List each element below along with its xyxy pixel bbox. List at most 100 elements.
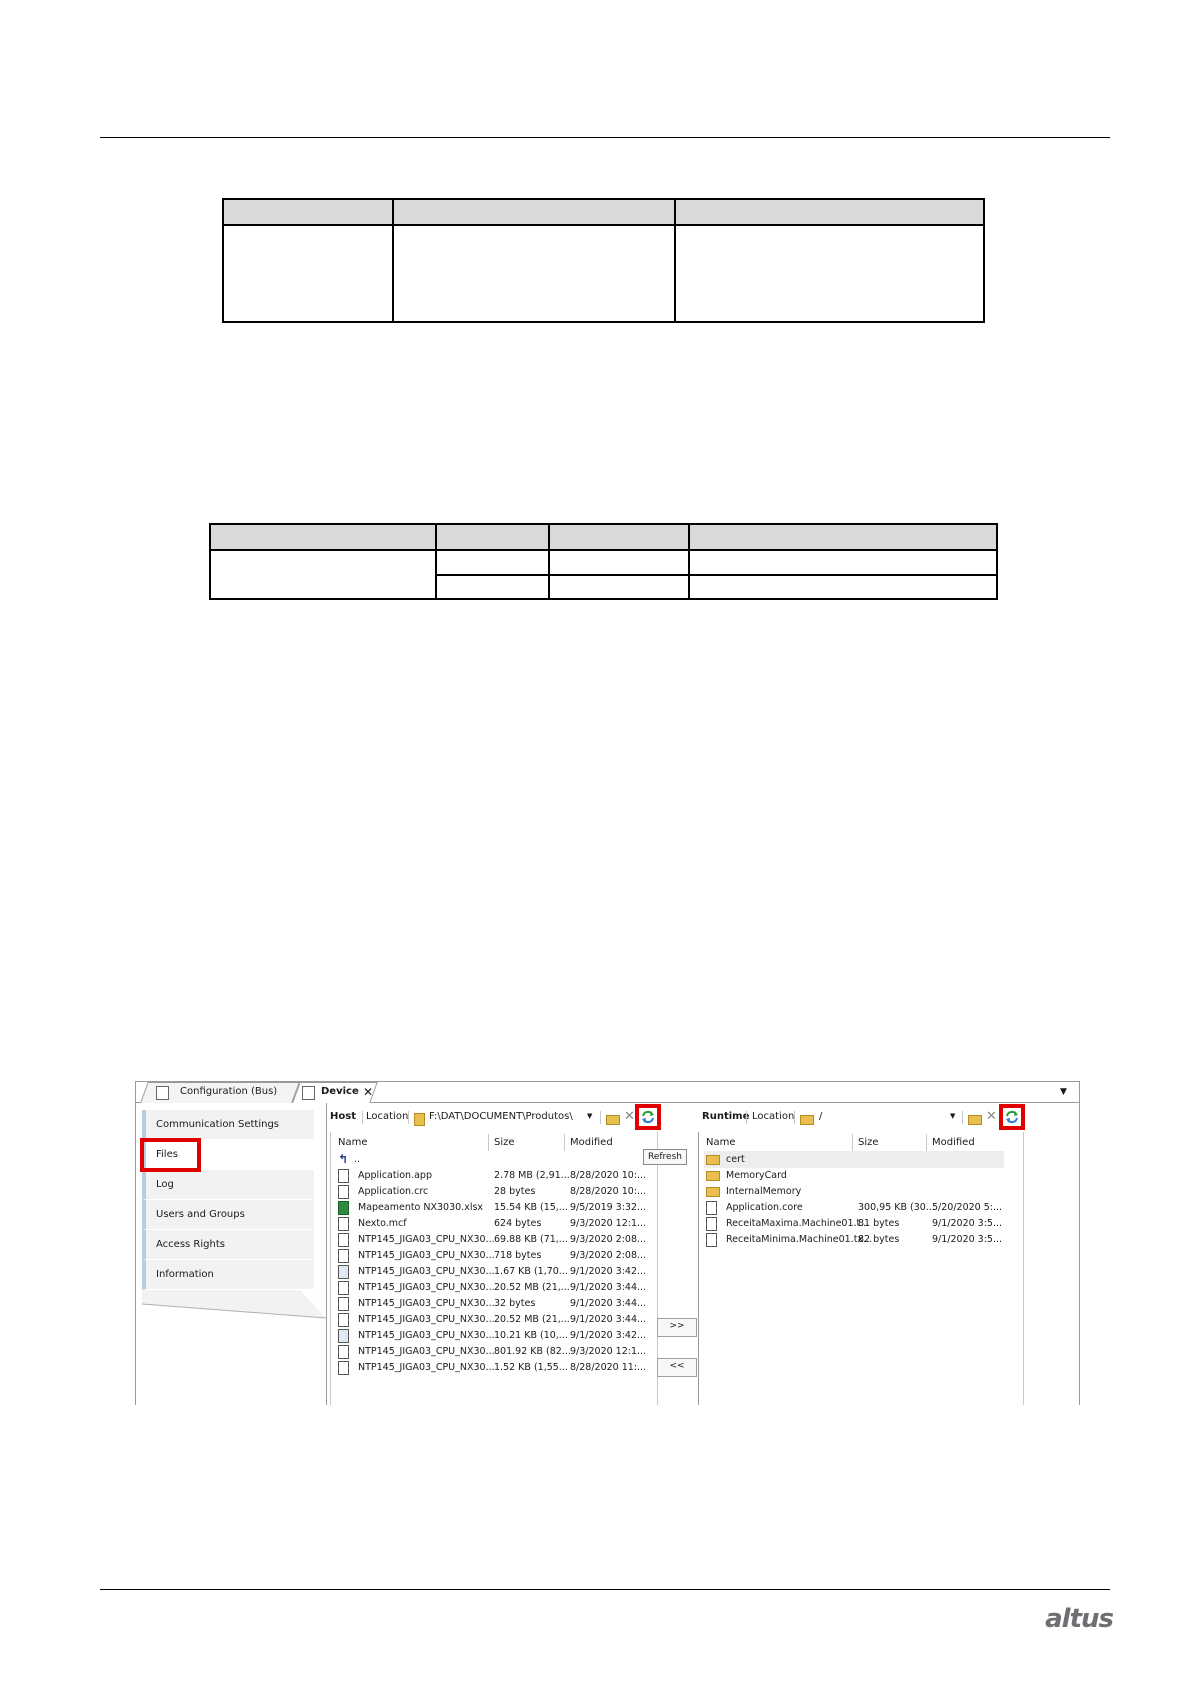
runtime-new-folder-icon[interactable]	[968, 1115, 982, 1125]
runtime-column-modified[interactable]: Modified	[932, 1134, 975, 1152]
host-file-modified: 9/1/2020 3:42...	[570, 1330, 647, 1341]
configuration-icon	[156, 1086, 169, 1100]
sidebar-item-access-rights[interactable]: Access Rights	[142, 1230, 314, 1260]
sidebar-item-log[interactable]: Log	[142, 1170, 314, 1200]
runtime-file-modified: 9/1/2020 3:5...	[932, 1234, 1003, 1245]
table-1-cell	[674, 224, 985, 323]
runtime-column-name[interactable]: Name	[706, 1134, 736, 1152]
folder-icon	[706, 1187, 720, 1197]
host-refresh-highlight	[635, 1104, 661, 1130]
host-file-row[interactable]: NTP145_JIGA03_CPU_NX30... 1.67 KB (1,70..…	[336, 1263, 646, 1280]
host-file-row[interactable]: NTP145_JIGA03_CPU_NX30... 10.21 KB (10,..…	[336, 1327, 646, 1344]
host-file-row[interactable]: NTP145_JIGA03_CPU_NX30... 718 bytes 9/3/20…	[336, 1247, 646, 1264]
host-file-row[interactable]: Mapeamento NX3030.xlsx 15.54 KB (15,... 9/…	[336, 1199, 646, 1216]
sidebar-item-communication-settings[interactable]: Communication Settings	[142, 1110, 314, 1140]
file-icon	[706, 1233, 717, 1247]
host-file-modified: 9/5/2019 3:32...	[570, 1202, 647, 1213]
host-file-name: NTP145_JIGA03_CPU_NX30...	[358, 1250, 495, 1261]
table-2-header-cell	[688, 523, 998, 551]
table-1-header-cell	[222, 198, 394, 226]
host-new-folder-icon[interactable]	[606, 1115, 620, 1125]
file-icon	[338, 1345, 349, 1359]
host-file-size: 20.52 MB (21,...	[494, 1314, 570, 1325]
table-2-cell	[435, 549, 550, 576]
host-file-modified: 9/1/2020 3:44...	[570, 1298, 647, 1309]
host-file-modified: 8/28/2020 10:...	[570, 1186, 647, 1197]
runtime-path-input[interactable]: /	[819, 1111, 939, 1122]
tab-menu-chevron-down-icon[interactable]: ▼	[1060, 1082, 1067, 1102]
host-path-input[interactable]: F:\DAT\DOCUMENT\Produtos\	[429, 1111, 573, 1122]
runtime-column-size[interactable]: Size	[858, 1134, 879, 1152]
sidebar-item-users-and-groups[interactable]: Users and Groups	[142, 1200, 314, 1230]
separator	[794, 1111, 795, 1124]
table-2-cell	[435, 574, 550, 600]
host-title: Host	[330, 1111, 356, 1122]
host-path-dropdown-icon[interactable]: ▼	[587, 1112, 592, 1120]
host-file-row[interactable]: NTP145_JIGA03_CPU_NX30... 32 bytes 9/1/202…	[336, 1295, 646, 1312]
host-file-row[interactable]: NTP145_JIGA03_CPU_NX30... 69.88 KB (71,..…	[336, 1231, 646, 1248]
host-file-row[interactable]: NTP145_JIGA03_CPU_NX30... 801.92 KB (82..…	[336, 1343, 646, 1360]
host-column-modified[interactable]: Modified	[570, 1134, 613, 1152]
folder-icon	[706, 1171, 720, 1181]
runtime-file-modified: 9/1/2020 3:5...	[932, 1218, 1003, 1229]
runtime-file-row[interactable]: cert	[704, 1151, 1004, 1168]
host-file-row[interactable]: Application.app 2.78 MB (2,91... 8/28/2020…	[336, 1167, 646, 1184]
host-column-size[interactable]: Size	[494, 1134, 515, 1152]
host-file-row[interactable]: Application.crc 28 bytes 8/28/2020 10:...	[336, 1183, 646, 1200]
host-file-name: NTP145_JIGA03_CPU_NX30...	[358, 1234, 495, 1245]
table-1-cell	[222, 224, 394, 323]
file-icon	[338, 1169, 349, 1183]
runtime-path-dropdown-icon[interactable]: ▼	[950, 1112, 955, 1120]
separator	[362, 1111, 363, 1124]
runtime-file-size: 300,95 KB (30...	[858, 1202, 935, 1213]
document-file-icon	[338, 1329, 349, 1343]
runtime-file-name: InternalMemory	[726, 1186, 802, 1197]
host-parent-folder-row[interactable]: ↰ ..	[336, 1151, 636, 1168]
host-file-row[interactable]: NTP145_JIGA03_CPU_NX30... 20.52 MB (21,..…	[336, 1279, 646, 1296]
runtime-file-name: cert	[726, 1154, 745, 1165]
host-file-modified: 9/3/2020 2:08...	[570, 1234, 647, 1245]
sidebar-tail	[141, 1290, 326, 1319]
runtime-file-size: 81 bytes	[858, 1218, 900, 1229]
table-2-cell	[548, 574, 690, 600]
host-column-name[interactable]: Name	[338, 1134, 368, 1152]
runtime-location-folder-icon	[800, 1115, 814, 1125]
runtime-file-row[interactable]: InternalMemory	[704, 1183, 1004, 1200]
table-2-cell	[548, 549, 690, 576]
host-file-name: Application.app	[358, 1170, 432, 1181]
runtime-file-row[interactable]: MemoryCard	[704, 1167, 1004, 1184]
refresh-tooltip: Refresh	[643, 1149, 687, 1165]
host-delete-icon[interactable]: ✕	[624, 1109, 635, 1124]
runtime-file-row[interactable]: ReceitaMaxima.Machine01.t... 81 bytes 9/1/…	[704, 1215, 1004, 1232]
copy-to-runtime-button[interactable]: >>	[657, 1318, 697, 1337]
runtime-delete-icon[interactable]: ✕	[986, 1109, 997, 1124]
host-file-modified: 9/3/2020 2:08...	[570, 1250, 647, 1261]
host-file-row[interactable]: Nexto.mcf 624 bytes 9/3/2020 12:1...	[336, 1215, 646, 1232]
host-file-modified: 9/3/2020 12:1...	[570, 1218, 647, 1229]
runtime-refresh-highlight	[999, 1104, 1025, 1130]
file-icon	[338, 1217, 349, 1231]
separator	[488, 1134, 489, 1151]
host-file-size: 28 bytes	[494, 1186, 536, 1197]
runtime-file-name: ReceitaMinima.Machine01.tx...	[726, 1234, 873, 1245]
sidebar-item-information[interactable]: Information	[142, 1260, 314, 1290]
runtime-file-name: ReceitaMaxima.Machine01.t...	[726, 1218, 870, 1229]
host-file-row[interactable]: NTP145_JIGA03_CPU_NX30... 1.52 KB (1,55..…	[336, 1359, 646, 1376]
runtime-file-row[interactable]: Application.core 300,95 KB (30... 5/20/202…	[704, 1199, 1004, 1216]
runtime-location-label: Location	[752, 1111, 795, 1122]
runtime-file-modified: 5/20/2020 5:...	[932, 1202, 1003, 1213]
file-icon	[338, 1281, 349, 1295]
host-file-size: 32 bytes	[494, 1298, 536, 1309]
host-file-row[interactable]: NTP145_JIGA03_CPU_NX30... 20.52 MB (21,..…	[336, 1311, 646, 1328]
separator	[600, 1111, 601, 1124]
host-file-modified: 8/28/2020 11:...	[570, 1362, 647, 1373]
runtime-file-row[interactable]: ReceitaMinima.Machine01.tx... 82 bytes 9/1…	[704, 1231, 1004, 1248]
separator	[926, 1134, 927, 1151]
table-2-cell	[688, 549, 998, 576]
host-file-size: 801.92 KB (82...	[494, 1346, 571, 1357]
copy-to-host-button[interactable]: <<	[657, 1358, 697, 1377]
host-file-name: NTP145_JIGA03_CPU_NX30...	[358, 1282, 495, 1293]
tab-close-icon[interactable]: ✕	[363, 1082, 373, 1102]
header-rule	[100, 137, 1110, 138]
host-location-label: Location	[366, 1111, 409, 1122]
